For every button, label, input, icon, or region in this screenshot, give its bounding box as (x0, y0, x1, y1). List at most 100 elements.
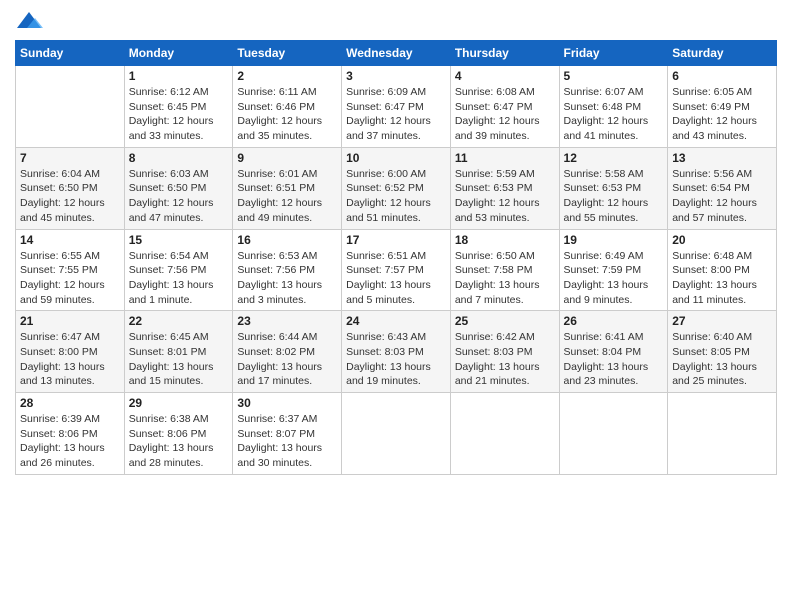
day-number: 14 (20, 233, 120, 247)
calendar-cell: 14 Sunrise: 6:55 AM Sunset: 7:55 PM Dayli… (16, 229, 125, 311)
calendar-cell: 21 Sunrise: 6:47 AM Sunset: 8:00 PM Dayli… (16, 311, 125, 393)
calendar-cell (450, 393, 559, 475)
day-number: 26 (564, 314, 664, 328)
weekday-header-friday: Friday (559, 41, 668, 66)
calendar-cell: 17 Sunrise: 6:51 AM Sunset: 7:57 PM Dayli… (342, 229, 451, 311)
logo-icon (15, 10, 43, 32)
calendar-cell: 10 Sunrise: 6:00 AM Sunset: 6:52 PM Dayli… (342, 147, 451, 229)
calendar-cell: 6Sunrise: 6:05 AM Sunset: 6:49 PM Daylig… (668, 66, 777, 148)
day-number: 28 (20, 396, 120, 410)
page-container: SundayMondayTuesdayWednesdayThursdayFrid… (0, 0, 792, 485)
weekday-header-monday: Monday (124, 41, 233, 66)
day-info: Sunrise: 6:07 AM Sunset: 6:48 PM Dayligh… (564, 85, 664, 144)
calendar-cell: 11 Sunrise: 5:59 AM Sunset: 6:53 PM Dayli… (450, 147, 559, 229)
weekday-header-tuesday: Tuesday (233, 41, 342, 66)
calendar-cell: 2Sunrise: 6:11 AM Sunset: 6:46 PM Daylig… (233, 66, 342, 148)
day-info: Sunrise: 6:04 AM Sunset: 6:50 PM Dayligh… (20, 167, 120, 226)
calendar-cell: 16Sunrise: 6:53 AM Sunset: 7:56 PM Dayli… (233, 229, 342, 311)
day-info: Sunrise: 6:09 AM Sunset: 6:47 PM Dayligh… (346, 85, 446, 144)
calendar-cell: 13Sunrise: 5:56 AM Sunset: 6:54 PM Dayli… (668, 147, 777, 229)
day-info: Sunrise: 6:54 AM Sunset: 7:56 PM Dayligh… (129, 249, 229, 308)
day-number: 27 (672, 314, 772, 328)
day-info: Sunrise: 6:47 AM Sunset: 8:00 PM Dayligh… (20, 330, 120, 389)
day-info: Sunrise: 6:51 AM Sunset: 7:57 PM Dayligh… (346, 249, 446, 308)
day-info: Sunrise: 5:56 AM Sunset: 6:54 PM Dayligh… (672, 167, 772, 226)
day-info: Sunrise: 6:41 AM Sunset: 8:04 PM Dayligh… (564, 330, 664, 389)
calendar-week-1: 1Sunrise: 6:12 AM Sunset: 6:45 PM Daylig… (16, 66, 777, 148)
weekday-header-sunday: Sunday (16, 41, 125, 66)
day-number: 2 (237, 69, 337, 83)
calendar-cell: 30Sunrise: 6:37 AM Sunset: 8:07 PM Dayli… (233, 393, 342, 475)
weekday-header-wednesday: Wednesday (342, 41, 451, 66)
day-info: Sunrise: 6:39 AM Sunset: 8:06 PM Dayligh… (20, 412, 120, 471)
day-number: 22 (129, 314, 229, 328)
day-number: 19 (564, 233, 664, 247)
day-info: Sunrise: 6:12 AM Sunset: 6:45 PM Dayligh… (129, 85, 229, 144)
day-info: Sunrise: 6:00 AM Sunset: 6:52 PM Dayligh… (346, 167, 446, 226)
calendar-cell: 23 Sunrise: 6:44 AM Sunset: 8:02 PM Dayli… (233, 311, 342, 393)
day-number: 23 (237, 314, 337, 328)
day-number: 17 (346, 233, 446, 247)
calendar-cell: 18Sunrise: 6:50 AM Sunset: 7:58 PM Dayli… (450, 229, 559, 311)
day-number: 9 (237, 151, 337, 165)
calendar-cell (668, 393, 777, 475)
calendar-cell: 3 Sunrise: 6:09 AM Sunset: 6:47 PM Daylig… (342, 66, 451, 148)
calendar-cell: 20Sunrise: 6:48 AM Sunset: 8:00 PM Dayli… (668, 229, 777, 311)
calendar-cell: 7 Sunrise: 6:04 AM Sunset: 6:50 PM Daylig… (16, 147, 125, 229)
calendar-cell: 15 Sunrise: 6:54 AM Sunset: 7:56 PM Dayli… (124, 229, 233, 311)
day-info: Sunrise: 5:59 AM Sunset: 6:53 PM Dayligh… (455, 167, 555, 226)
calendar-body: 1Sunrise: 6:12 AM Sunset: 6:45 PM Daylig… (16, 66, 777, 475)
calendar-cell: 8Sunrise: 6:03 AM Sunset: 6:50 PM Daylig… (124, 147, 233, 229)
day-info: Sunrise: 6:45 AM Sunset: 8:01 PM Dayligh… (129, 330, 229, 389)
header (15, 10, 777, 32)
calendar-cell: 4 Sunrise: 6:08 AM Sunset: 6:47 PM Daylig… (450, 66, 559, 148)
day-info: Sunrise: 6:08 AM Sunset: 6:47 PM Dayligh… (455, 85, 555, 144)
calendar-header: SundayMondayTuesdayWednesdayThursdayFrid… (16, 41, 777, 66)
calendar-week-3: 14 Sunrise: 6:55 AM Sunset: 7:55 PM Dayli… (16, 229, 777, 311)
calendar-cell: 28 Sunrise: 6:39 AM Sunset: 8:06 PM Dayli… (16, 393, 125, 475)
calendar-cell: 19 Sunrise: 6:49 AM Sunset: 7:59 PM Dayli… (559, 229, 668, 311)
calendar-week-5: 28 Sunrise: 6:39 AM Sunset: 8:06 PM Dayli… (16, 393, 777, 475)
calendar: SundayMondayTuesdayWednesdayThursdayFrid… (15, 40, 777, 475)
calendar-cell (342, 393, 451, 475)
calendar-week-2: 7 Sunrise: 6:04 AM Sunset: 6:50 PM Daylig… (16, 147, 777, 229)
day-info: Sunrise: 6:37 AM Sunset: 8:07 PM Dayligh… (237, 412, 337, 471)
calendar-cell: 5Sunrise: 6:07 AM Sunset: 6:48 PM Daylig… (559, 66, 668, 148)
calendar-cell: 25 Sunrise: 6:42 AM Sunset: 8:03 PM Dayli… (450, 311, 559, 393)
calendar-cell: 27 Sunrise: 6:40 AM Sunset: 8:05 PM Dayli… (668, 311, 777, 393)
day-number: 12 (564, 151, 664, 165)
day-info: Sunrise: 6:42 AM Sunset: 8:03 PM Dayligh… (455, 330, 555, 389)
day-number: 25 (455, 314, 555, 328)
day-info: Sunrise: 6:38 AM Sunset: 8:06 PM Dayligh… (129, 412, 229, 471)
calendar-cell: 1Sunrise: 6:12 AM Sunset: 6:45 PM Daylig… (124, 66, 233, 148)
day-number: 4 (455, 69, 555, 83)
day-info: Sunrise: 6:44 AM Sunset: 8:02 PM Dayligh… (237, 330, 337, 389)
day-number: 15 (129, 233, 229, 247)
day-number: 29 (129, 396, 229, 410)
day-info: Sunrise: 6:05 AM Sunset: 6:49 PM Dayligh… (672, 85, 772, 144)
calendar-cell: 24Sunrise: 6:43 AM Sunset: 8:03 PM Dayli… (342, 311, 451, 393)
day-info: Sunrise: 6:53 AM Sunset: 7:56 PM Dayligh… (237, 249, 337, 308)
day-number: 3 (346, 69, 446, 83)
day-number: 10 (346, 151, 446, 165)
day-info: Sunrise: 6:48 AM Sunset: 8:00 PM Dayligh… (672, 249, 772, 308)
logo (15, 10, 47, 32)
day-info: Sunrise: 6:01 AM Sunset: 6:51 PM Dayligh… (237, 167, 337, 226)
weekday-header-row: SundayMondayTuesdayWednesdayThursdayFrid… (16, 41, 777, 66)
day-number: 21 (20, 314, 120, 328)
day-number: 24 (346, 314, 446, 328)
weekday-header-saturday: Saturday (668, 41, 777, 66)
day-info: Sunrise: 5:58 AM Sunset: 6:53 PM Dayligh… (564, 167, 664, 226)
calendar-week-4: 21 Sunrise: 6:47 AM Sunset: 8:00 PM Dayli… (16, 311, 777, 393)
calendar-cell (16, 66, 125, 148)
day-number: 11 (455, 151, 555, 165)
day-info: Sunrise: 6:50 AM Sunset: 7:58 PM Dayligh… (455, 249, 555, 308)
day-info: Sunrise: 6:03 AM Sunset: 6:50 PM Dayligh… (129, 167, 229, 226)
calendar-cell: 22 Sunrise: 6:45 AM Sunset: 8:01 PM Dayli… (124, 311, 233, 393)
calendar-cell: 29 Sunrise: 6:38 AM Sunset: 8:06 PM Dayli… (124, 393, 233, 475)
day-info: Sunrise: 6:49 AM Sunset: 7:59 PM Dayligh… (564, 249, 664, 308)
day-info: Sunrise: 6:55 AM Sunset: 7:55 PM Dayligh… (20, 249, 120, 308)
day-info: Sunrise: 6:40 AM Sunset: 8:05 PM Dayligh… (672, 330, 772, 389)
day-number: 7 (20, 151, 120, 165)
calendar-cell: 26 Sunrise: 6:41 AM Sunset: 8:04 PM Dayli… (559, 311, 668, 393)
